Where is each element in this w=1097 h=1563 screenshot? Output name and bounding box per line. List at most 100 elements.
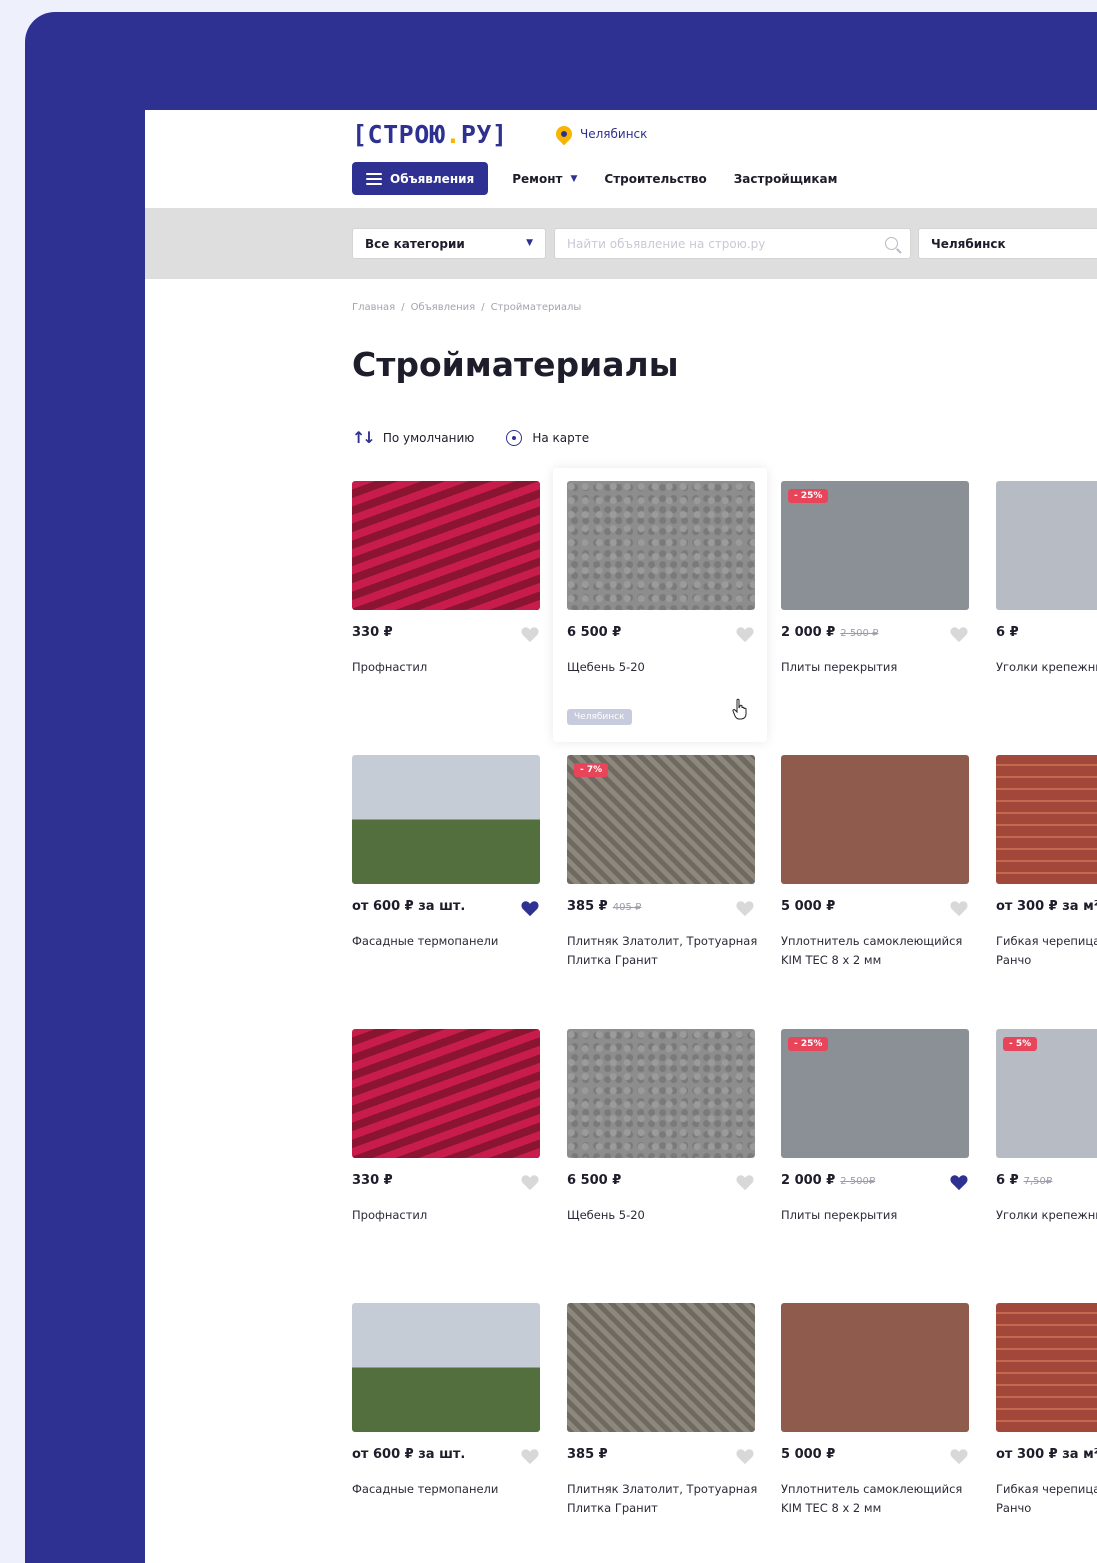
favorite-heart-icon[interactable] — [520, 1173, 540, 1191]
ads-menu-label: Объявления — [390, 171, 475, 186]
location-pin-icon — [552, 122, 576, 146]
product-price: от 300 ₽ за м² — [996, 899, 1097, 914]
product-image[interactable] — [567, 481, 755, 610]
product-title[interactable]: Профнастил — [352, 1206, 544, 1225]
product-image[interactable] — [996, 755, 1097, 884]
nav-repair[interactable]: Ремонт ▼ — [512, 172, 577, 186]
category-select[interactable]: Все категории ▼ — [352, 228, 546, 259]
nav-construction[interactable]: Строительство — [604, 172, 706, 186]
product-title[interactable]: Уголки крепежные — [996, 1206, 1097, 1225]
product-title[interactable]: Гибкая черепица (Shinglas) Ранчо — [996, 932, 1097, 970]
favorite-heart-icon[interactable] — [735, 1447, 755, 1465]
product-price: 6 500 ₽ — [567, 625, 622, 640]
product-image[interactable] — [567, 1029, 755, 1158]
hand-cursor-icon — [732, 698, 747, 720]
product-card[interactable]: от 600 ₽ за шт. Фасадные термопанели — [338, 1290, 552, 1563]
product-card[interactable]: от 600 ₽ за шт. Фасадные термопанели — [338, 742, 552, 1016]
product-title[interactable]: Фасадные термопанели — [352, 1480, 544, 1499]
product-card[interactable]: 6 500 ₽ Щебень 5-20 Челябинск — [553, 468, 767, 742]
product-card[interactable]: 5 000 ₽ Уплотнитель самоклеющийся KIM TEC… — [767, 742, 981, 1016]
product-image[interactable] — [352, 1029, 540, 1158]
product-image[interactable] — [781, 1303, 969, 1432]
product-image[interactable] — [352, 1303, 540, 1432]
product-card[interactable]: 6 ₽ Уголки крепежные — [982, 468, 1097, 742]
product-title[interactable]: Гибкая черепица (Shinglas) Ранчо — [996, 1480, 1097, 1518]
product-title[interactable]: Плитняк Златолит, Тротуарная Плитка Гран… — [567, 1480, 759, 1518]
map-pin-icon — [506, 429, 523, 446]
favorite-heart-icon[interactable] — [949, 625, 969, 643]
product-card[interactable]: 330 ₽ Профнастил — [338, 1016, 552, 1290]
product-image[interactable]: - 7% — [567, 755, 755, 884]
product-card[interactable]: 6 500 ₽ Щебень 5-20 — [553, 1016, 767, 1290]
chevron-down-icon: ▼ — [570, 173, 578, 184]
breadcrumb-ads[interactable]: Объявления — [411, 302, 476, 313]
page-title: Стройматериалы — [352, 345, 679, 384]
product-price: от 300 ₽ за м² — [996, 1447, 1097, 1462]
product-card[interactable]: - 25% 2 000 ₽2 500₽ Плиты перекрытия — [767, 1016, 981, 1290]
product-price: 6 ₽7,50₽ — [996, 1173, 1053, 1188]
product-image[interactable] — [996, 481, 1097, 610]
old-price: 7,50₽ — [1023, 1176, 1053, 1187]
product-title[interactable]: Уголки крепежные — [996, 658, 1097, 677]
map-button[interactable]: На карте — [506, 429, 589, 446]
favorite-heart-icon[interactable] — [949, 1447, 969, 1465]
favorite-heart-icon[interactable] — [520, 1447, 540, 1465]
product-price: от 600 ₽ за шт. — [352, 1447, 466, 1462]
product-image[interactable] — [996, 1303, 1097, 1432]
site-header: [СТРОЮ.РУ] Челябинск Объявления Ремонт ▼… — [145, 110, 1097, 208]
favorite-heart-icon[interactable] — [735, 899, 755, 917]
product-title[interactable]: Плиты перекрытия — [781, 1206, 973, 1225]
product-title[interactable]: Плитняк Златолит, Тротуарная Плитка Гран… — [567, 932, 759, 970]
old-price: 2 500 ₽ — [840, 628, 879, 639]
product-card[interactable]: от 300 ₽ за м² Гибкая черепица (Shinglas)… — [982, 1290, 1097, 1563]
product-card[interactable]: 330 ₽ Профнастил — [338, 468, 552, 742]
product-title[interactable]: Фасадные термопанели — [352, 932, 544, 951]
product-image[interactable]: - 25% — [781, 481, 969, 610]
sort-button[interactable]: ↑↓ По умолчанию — [352, 428, 474, 447]
product-card[interactable]: - 5% 6 ₽7,50₽ Уголки крепежные — [982, 1016, 1097, 1290]
favorite-heart-icon[interactable] — [520, 899, 540, 917]
product-image[interactable]: - 25% — [781, 1029, 969, 1158]
product-image[interactable] — [781, 755, 969, 884]
favorite-heart-icon[interactable] — [520, 625, 540, 643]
product-price: 2 000 ₽2 500₽ — [781, 1173, 876, 1188]
discount-badge: - 25% — [788, 1037, 829, 1051]
site-logo[interactable]: [СТРОЮ.РУ] — [352, 120, 508, 149]
favorite-heart-icon[interactable] — [949, 1173, 969, 1191]
city-label: Челябинск — [580, 127, 648, 141]
search-input[interactable]: Найти объявление на строю.ру — [554, 228, 911, 259]
nav-developers[interactable]: Застройщикам — [734, 172, 838, 186]
product-card[interactable]: - 7% 385 ₽405 ₽ Плитняк Златолит, Тротуарн… — [553, 742, 767, 1016]
discount-badge: - 7% — [574, 763, 609, 777]
product-title[interactable]: Уплотнитель самоклеющийся KIM TEC 8 х 2 … — [781, 932, 973, 970]
product-title[interactable]: Уплотнитель самоклеющийся KIM TEC 8 х 2 … — [781, 1480, 973, 1518]
product-image[interactable] — [352, 481, 540, 610]
product-title[interactable]: Щебень 5-20 — [567, 1206, 759, 1225]
sort-icon: ↑↓ — [352, 428, 376, 447]
product-title[interactable]: Щебень 5-20 — [567, 658, 759, 677]
product-price: 2 000 ₽2 500 ₽ — [781, 625, 879, 640]
city-select[interactable]: Челябинск ▼ — [918, 228, 1097, 259]
product-image[interactable] — [567, 1303, 755, 1432]
product-card[interactable]: - 25% 2 000 ₽2 500 ₽ Плиты перекрытия — [767, 468, 981, 742]
discount-badge: - 5% — [1003, 1037, 1038, 1051]
product-price: 6 500 ₽ — [567, 1173, 622, 1188]
product-image[interactable]: - 5% — [996, 1029, 1097, 1158]
browser-viewport: [СТРОЮ.РУ] Челябинск Объявления Ремонт ▼… — [145, 110, 1097, 1563]
product-image[interactable] — [352, 755, 540, 884]
favorite-heart-icon[interactable] — [735, 625, 755, 643]
product-price: 385 ₽405 ₽ — [567, 899, 642, 914]
product-price: 5 000 ₽ — [781, 899, 836, 914]
favorite-heart-icon[interactable] — [949, 899, 969, 917]
ads-menu-button[interactable]: Объявления — [352, 162, 489, 195]
breadcrumb-home[interactable]: Главная — [352, 302, 395, 313]
product-card[interactable]: 385 ₽ Плитняк Златолит, Тротуарная Плитка… — [553, 1290, 767, 1563]
product-title[interactable]: Плиты перекрытия — [781, 658, 973, 677]
product-card[interactable]: от 300 ₽ за м² Гибкая черепица (Shinglas)… — [982, 742, 1097, 1016]
favorite-heart-icon[interactable] — [735, 1173, 755, 1191]
product-card[interactable]: 5 000 ₽ Уплотнитель самоклеющийся KIM TEC… — [767, 1290, 981, 1563]
city-selector[interactable]: Челябинск — [552, 122, 648, 146]
product-title[interactable]: Профнастил — [352, 658, 544, 677]
product-price: 6 ₽ — [996, 625, 1019, 640]
search-icon[interactable] — [885, 237, 898, 250]
